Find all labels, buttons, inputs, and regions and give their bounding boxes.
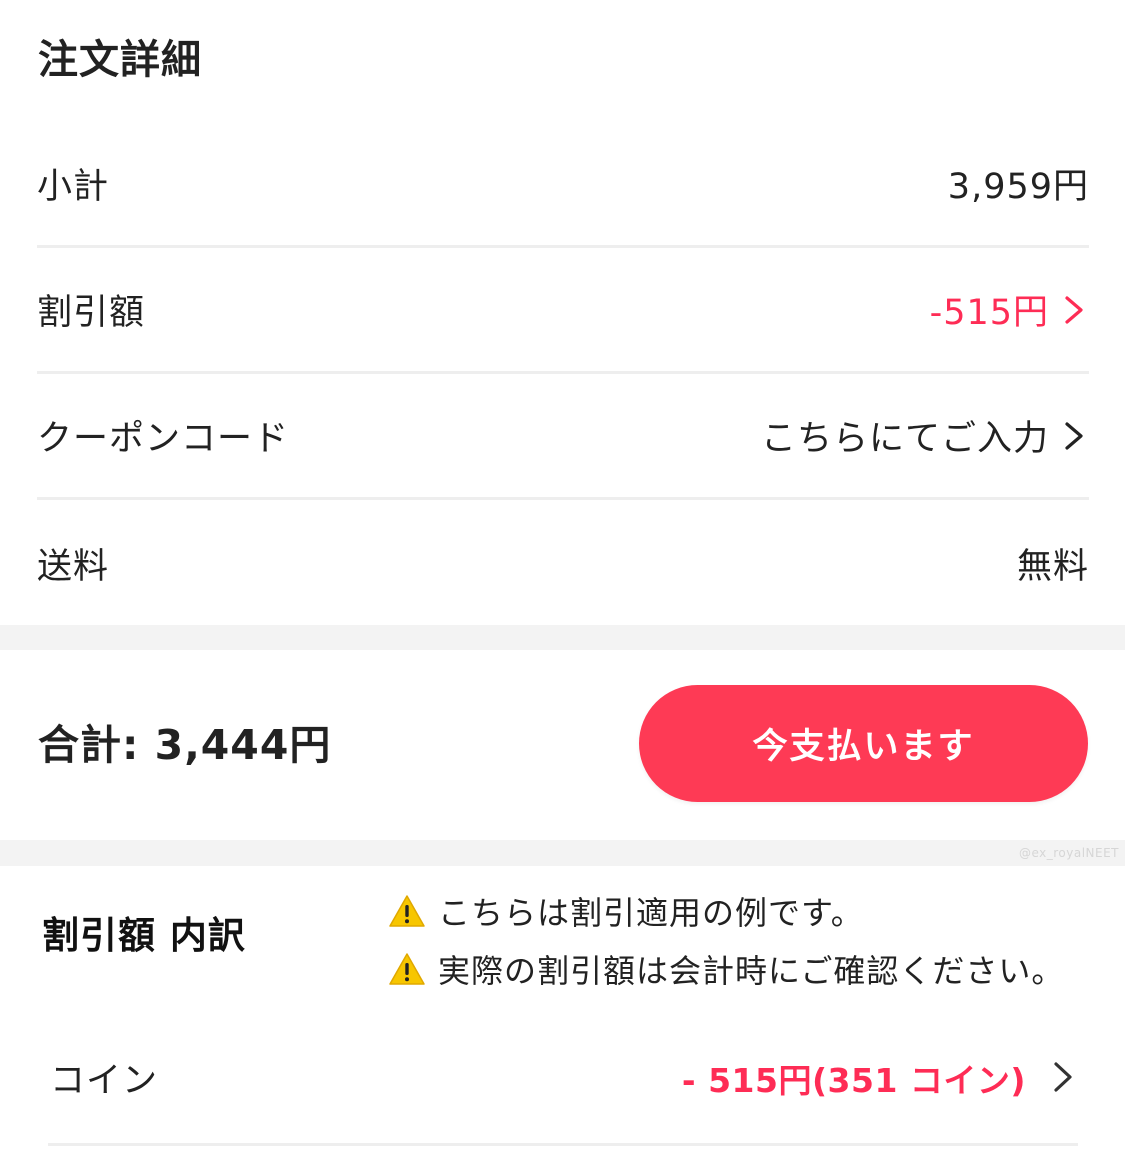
coin-discount-amount: - 515円(351 コイン) [681,1060,1026,1100]
discount-amount: -515円 [929,293,1049,333]
shipping-row: 送料 無料 [37,500,1089,626]
subtotal-row: 小計 3,959円 [37,122,1089,248]
pay-now-button[interactable]: 今支払います [639,685,1088,802]
coupon-code-row[interactable]: クーポンコード こちらにてご入力 [37,374,1089,500]
notice-example: こちらは割引適用の例です。 [388,888,864,934]
subtotal-value: 3,959円 [948,158,1089,209]
shipping-value: 無料 [1017,538,1089,589]
subtotal-label: 小計 [37,167,110,207]
coupon-code-label: クーポンコード [37,419,290,459]
total-amount: 合計: 3,444円 [38,721,332,769]
watermark: @ex_royalNEET [1018,846,1119,860]
chevron-right-icon[interactable] [1055,290,1089,330]
coupon-code-value[interactable]: こちらにてご入力 [761,410,1089,461]
warning-icon [388,894,426,928]
section-divider [0,625,1125,650]
notice-confirm: 実際の割引額は会計時にご確認ください。 [388,946,1064,992]
shipping-label: 送料 [37,546,110,587]
discount-breakdown-title: 割引額 内訳 [42,914,246,957]
chevron-right-icon[interactable] [1044,1058,1078,1098]
coin-row[interactable]: コイン - 515円(351 コイン) [48,1012,1078,1146]
coin-discount-value[interactable]: - 515円(351 コイン) [682,1054,1078,1102]
notice-text: こちらは割引適用の例です。 [438,894,864,932]
warning-icon [388,952,426,986]
page-title: 注文詳細 [38,37,202,83]
coin-label: コイン [50,1061,159,1101]
notice-text: 実際の割引額は会計時にご確認ください。 [438,952,1065,990]
discount-value[interactable]: -515円 [930,284,1089,335]
coupon-code-link[interactable]: こちらにてご入力 [761,410,1049,461]
discount-row[interactable]: 割引額 -515円 [37,248,1089,374]
chevron-right-icon[interactable] [1055,416,1089,456]
subtotal-amount: 3,959円 [947,167,1089,207]
section-divider [0,840,1125,866]
shipping-amount: 無料 [1016,546,1089,587]
discount-label: 割引額 [37,293,146,333]
